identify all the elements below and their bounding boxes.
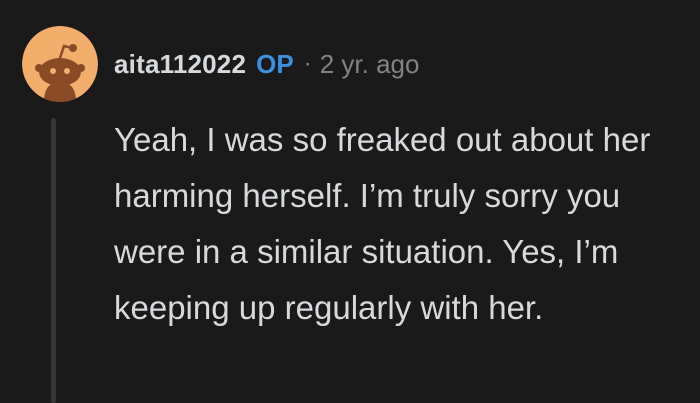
comment-card: aita112022 OP · 2 yr. ago Yeah, I was so… [0,0,700,403]
user-avatar[interactable] [22,26,98,102]
op-badge: OP [256,48,294,79]
comment-timestamp[interactable]: 2 yr. ago [320,49,420,80]
comment-text: Yeah, I was so freaked out about her har… [114,121,651,326]
meta-separator: · [303,50,312,77]
author-username[interactable]: aita112022 [114,49,246,80]
comment-body: Yeah, I was so freaked out about her har… [114,112,684,336]
comment-header: aita112022 OP · 2 yr. ago [114,44,419,84]
snoo-avatar-icon [22,26,98,102]
thread-collapse-line[interactable] [51,118,56,403]
